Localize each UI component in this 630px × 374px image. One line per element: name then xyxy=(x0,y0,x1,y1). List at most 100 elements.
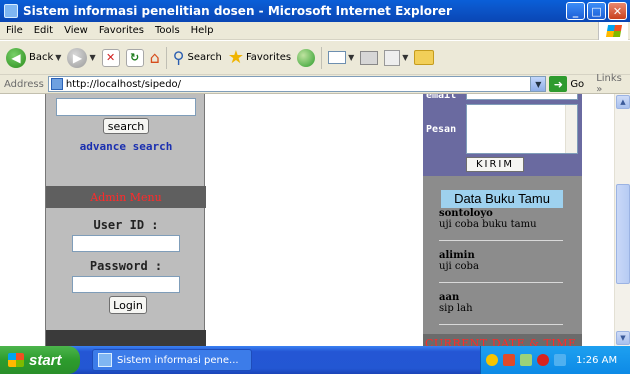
links-button[interactable]: Links » xyxy=(596,73,630,95)
home-button[interactable]: ⌂ xyxy=(150,48,160,67)
mail-icon xyxy=(328,51,347,64)
network-icon[interactable] xyxy=(486,354,498,366)
task-label: Sistem informasi pene... xyxy=(117,354,239,366)
password-field[interactable] xyxy=(72,276,180,293)
search-icon: ⚲ xyxy=(172,48,185,67)
start-label: start xyxy=(29,351,62,369)
email-field[interactable] xyxy=(466,94,578,100)
right-sidebar: email Pesan KIRIM Data Buku Tamu sontolo… xyxy=(423,94,582,346)
title-bar: Sistem informasi penelitian dosen - Micr… xyxy=(0,0,630,22)
windows-logo-icon xyxy=(598,22,628,40)
update-icon[interactable] xyxy=(520,354,532,366)
address-dropdown-button[interactable]: ▼ xyxy=(530,77,546,91)
favorites-label: Favorites xyxy=(245,52,292,63)
star-icon: ★ xyxy=(227,47,244,68)
entry-message: uji coba xyxy=(439,261,479,272)
divider xyxy=(439,282,563,283)
windows-flag-icon xyxy=(8,353,24,367)
security-icon[interactable] xyxy=(503,354,515,366)
taskbar: start Sistem informasi pene... 1:26 AM xyxy=(0,346,630,374)
menu-tools[interactable]: Tools xyxy=(155,25,180,36)
volume-icon[interactable] xyxy=(554,354,566,366)
current-date-time-title: CURRENT DATE & TIME xyxy=(425,337,577,346)
separator xyxy=(165,46,167,69)
search-label: Search xyxy=(187,52,222,63)
user-id-label: User ID : xyxy=(93,218,159,232)
menu-favorites[interactable]: Favorites xyxy=(99,25,144,36)
maximize-button[interactable]: □ xyxy=(587,2,606,20)
close-button[interactable]: ✕ xyxy=(608,2,627,20)
media-button[interactable] xyxy=(297,48,316,67)
left-sidebar: search advance search Admin Menu User ID… xyxy=(45,94,206,346)
menu-edit[interactable]: Edit xyxy=(34,25,53,36)
go-label: Go xyxy=(570,78,585,90)
pesan-textarea[interactable] xyxy=(466,104,578,154)
chevron-down-icon: ▼ xyxy=(55,53,62,62)
divider xyxy=(439,324,563,325)
folder-button[interactable] xyxy=(414,50,435,65)
menu-help[interactable]: Help xyxy=(191,25,214,36)
entry-message: uji coba buku tamu xyxy=(439,219,537,230)
chevron-down-icon: ▼ xyxy=(402,53,409,62)
entry-name: alimin xyxy=(439,250,475,261)
printer-icon xyxy=(360,50,379,65)
divider xyxy=(439,240,563,241)
address-label: Address xyxy=(4,78,44,90)
back-label: Back xyxy=(29,52,54,63)
separator xyxy=(321,46,323,69)
email-label: email xyxy=(426,94,457,101)
scroll-down-button[interactable]: ▼ xyxy=(616,331,630,345)
kirim-button[interactable]: KIRIM xyxy=(466,157,524,172)
list-item: sontoloyo uji coba buku tamu xyxy=(439,208,563,230)
stop-button[interactable]: ✕ xyxy=(101,48,120,67)
search-button[interactable]: ⚲ Search xyxy=(173,48,222,67)
menu-bar: File Edit View Favorites Tools Help xyxy=(0,22,630,40)
chevron-down-icon: ▼ xyxy=(89,53,96,62)
address-url: http://localhost/sipedo/ xyxy=(65,78,182,90)
pesan-label: Pesan xyxy=(426,124,457,135)
scroll-thumb[interactable] xyxy=(616,184,630,284)
refresh-button[interactable]: ↻ xyxy=(125,48,144,67)
advance-search-link[interactable]: advance search xyxy=(46,140,206,153)
login-button[interactable]: Login xyxy=(109,296,147,314)
ie-icon xyxy=(4,4,18,18)
go-arrow-icon: ➜ xyxy=(549,76,568,92)
clock: 1:26 AM xyxy=(576,354,618,366)
mail-button[interactable]: ▼ xyxy=(328,51,354,64)
toolbar: ◀ Back ▼ ▶ ▼ ✕ ↻ ⌂ ⚲ Search ★ Favorites … xyxy=(0,41,630,75)
window-title: Sistem informasi penelitian dosen - Micr… xyxy=(23,4,452,18)
page-scrollbar[interactable]: ▲ ▼ xyxy=(614,94,630,346)
search-submit-button[interactable]: search xyxy=(103,118,149,134)
antivirus-icon[interactable] xyxy=(537,354,549,366)
page-content: search advance search Admin Menu User ID… xyxy=(0,94,614,346)
menu-view[interactable]: View xyxy=(64,25,88,36)
back-button[interactable]: ◀ Back ▼ xyxy=(6,47,62,68)
favorites-button[interactable]: ★ Favorites xyxy=(228,47,291,68)
address-input[interactable]: http://localhost/sipedo/ ▼ xyxy=(47,76,547,92)
system-tray: 1:26 AM xyxy=(480,346,630,374)
taskbar-item-ie[interactable]: Sistem informasi pene... xyxy=(92,349,252,371)
edit-button[interactable]: ▼ xyxy=(384,49,409,66)
entry-message: sip lah xyxy=(439,303,473,314)
password-label: Password : xyxy=(89,259,163,273)
forward-button[interactable]: ▶ ▼ xyxy=(67,47,96,68)
go-button[interactable]: ➜ Go xyxy=(549,76,584,92)
minimize-button[interactable]: _ xyxy=(566,2,585,20)
user-id-field[interactable] xyxy=(72,235,180,252)
back-arrow-icon: ◀ xyxy=(6,47,26,68)
print-button[interactable] xyxy=(360,50,379,65)
start-button[interactable]: start xyxy=(0,346,80,374)
guestbook-title: Data Buku Tamu xyxy=(441,190,563,208)
guestbook-form: email Pesan KIRIM xyxy=(423,94,582,176)
refresh-icon: ↻ xyxy=(125,48,144,67)
ie-icon xyxy=(98,353,112,367)
chevron-down-icon: ▼ xyxy=(348,53,355,62)
search-input[interactable] xyxy=(56,98,196,116)
left-footer-band xyxy=(46,330,206,346)
media-icon xyxy=(297,48,316,67)
menu-file[interactable]: File xyxy=(6,25,23,36)
entry-name: aan xyxy=(439,292,460,303)
scroll-up-button[interactable]: ▲ xyxy=(616,95,630,109)
textarea-scrollbar[interactable] xyxy=(565,105,577,153)
links-label: Links xyxy=(596,73,622,84)
